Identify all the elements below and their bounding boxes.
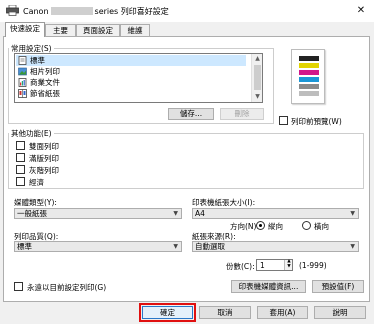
duplex-checkbox[interactable]	[16, 141, 25, 150]
help-button-label: 說明	[332, 308, 348, 317]
apply-button-label: 套用(A)	[269, 308, 296, 317]
print-quality-value: 標準	[17, 242, 32, 251]
window-title-prefix: Canon	[23, 7, 49, 16]
list-item-label: 標準	[30, 56, 45, 65]
printer-paper-size-select[interactable]: A4 ▼	[192, 208, 359, 219]
grayscale-label: 灰階列印	[29, 166, 59, 175]
preview-stripe-yellow	[299, 63, 319, 68]
scroll-up-icon[interactable]: ▲	[252, 54, 263, 64]
preview-before-print-checkbox[interactable]	[279, 116, 288, 125]
delete-button[interactable]: 刪除	[220, 108, 264, 120]
preview-before-print-label: 列印前預覽(W)	[291, 117, 342, 126]
always-print-current-label: 永遠以目前設定列印(G)	[27, 283, 107, 292]
grayscale-checkbox[interactable]	[16, 165, 25, 174]
chevron-down-icon: ▼	[173, 243, 178, 250]
common-settings-list[interactable]: 標準 相片列印 商業文件 節省紙張 ▲ ▼	[14, 53, 263, 103]
preview-stripe-magenta	[299, 70, 319, 75]
borderless-label: 滿版列印	[29, 154, 59, 163]
window-title-suffix: series 列印喜好設定	[94, 7, 169, 16]
help-button[interactable]: 說明	[314, 306, 366, 319]
paper-saving-icon	[18, 89, 27, 98]
tab-page-setup[interactable]: 頁面設定	[76, 24, 120, 36]
economy-checkbox[interactable]	[16, 177, 25, 186]
chevron-down-icon: ▼	[350, 210, 355, 217]
printer-paper-size-label: 印表機紙張大小(I):	[192, 198, 256, 207]
orientation-landscape-radio[interactable]	[302, 221, 311, 230]
preview-stripe-cyan	[299, 77, 319, 82]
close-icon: ✕	[356, 5, 366, 16]
list-item-label: 節省紙張	[30, 89, 60, 98]
borderless-checkbox[interactable]	[16, 153, 25, 162]
list-item-label: 相片列印	[30, 67, 60, 76]
ok-button[interactable]: 確定	[142, 306, 193, 319]
tab-main[interactable]: 主要	[45, 24, 76, 36]
preview-stripe-black	[299, 56, 319, 61]
copies-range: (1-999)	[299, 261, 327, 270]
ok-button-label: 確定	[160, 308, 175, 317]
additional-features-label: 其他功能(E)	[9, 128, 54, 139]
copies-value: 1	[260, 261, 265, 270]
printer-app-icon	[6, 4, 19, 16]
tab-label: 主要	[53, 26, 68, 35]
preview-stripe-light-gray	[299, 91, 319, 96]
paper-source-select[interactable]: 自動選取 ▼	[192, 241, 359, 252]
list-item-business-document[interactable]: 商業文件	[16, 77, 246, 88]
save-button-label: 儲存...	[179, 109, 203, 118]
list-scrollbar[interactable]: ▲ ▼	[251, 54, 262, 102]
defaults-button[interactable]: 預設值(F)	[312, 280, 364, 293]
window-title: Canon series 列印喜好設定	[23, 6, 169, 17]
tab-maintenance[interactable]: 維護	[120, 24, 150, 36]
list-item-photo-print[interactable]: 相片列印	[16, 66, 246, 77]
save-button[interactable]: 儲存...	[168, 108, 214, 120]
standard-document-icon	[18, 56, 27, 65]
list-item-label: 商業文件	[30, 78, 60, 87]
preview-stripe-gray	[299, 84, 319, 89]
photo-print-icon	[18, 67, 27, 76]
tab-label: 維護	[127, 26, 143, 35]
always-print-current-checkbox[interactable]	[14, 282, 23, 291]
defaults-button-label: 預設值(F)	[321, 282, 355, 291]
apply-button[interactable]: 套用(A)	[257, 306, 308, 319]
media-type-select[interactable]: 一般紙張 ▼	[14, 208, 182, 219]
media-type-label: 媒體類型(Y):	[14, 198, 57, 207]
paper-source-value: 自動選取	[195, 242, 225, 251]
close-window-button[interactable]: ✕	[352, 3, 370, 19]
cancel-button-label: 取消	[217, 308, 233, 317]
additional-features-group	[8, 133, 364, 189]
redacted-model-name	[50, 7, 93, 15]
copies-stepper[interactable]: ▲ ▼	[284, 259, 293, 270]
list-item-paper-saving[interactable]: 節省紙張	[16, 88, 246, 99]
business-document-icon	[18, 78, 27, 87]
scroll-down-icon[interactable]: ▼	[252, 92, 263, 102]
media-type-value: 一般紙張	[17, 209, 47, 218]
delete-button-label: 刪除	[234, 109, 250, 118]
print-quality-select[interactable]: 標準 ▼	[14, 241, 182, 252]
printer-paper-size-value: A4	[195, 209, 205, 218]
tab-label: 頁面設定	[83, 26, 113, 35]
copies-label: 份數(C):	[226, 262, 255, 271]
list-item-standard[interactable]: 標準	[16, 55, 246, 66]
spin-down-icon[interactable]: ▼	[285, 264, 293, 269]
orientation-portrait-radio[interactable]	[256, 221, 265, 230]
copies-spinbox[interactable]: 1 ▲ ▼	[256, 259, 293, 271]
tab-quick-setup[interactable]: 快速設定	[5, 22, 45, 37]
printer-media-info-label: 印表機媒體資訊...	[238, 282, 299, 291]
printer-media-info-button[interactable]: 印表機媒體資訊...	[231, 280, 306, 293]
duplex-label: 雙面列印	[29, 142, 59, 151]
tab-label: 快速設定	[10, 24, 40, 33]
orientation-portrait-label: 縱向	[268, 222, 283, 231]
chevron-down-icon: ▼	[173, 210, 178, 217]
cancel-button[interactable]: 取消	[199, 306, 251, 319]
orientation-landscape-label: 橫向	[314, 222, 329, 231]
paper-preview	[291, 49, 325, 104]
chevron-down-icon: ▼	[350, 243, 355, 250]
scroll-thumb[interactable]	[254, 65, 261, 90]
economy-label: 經濟	[29, 178, 44, 187]
